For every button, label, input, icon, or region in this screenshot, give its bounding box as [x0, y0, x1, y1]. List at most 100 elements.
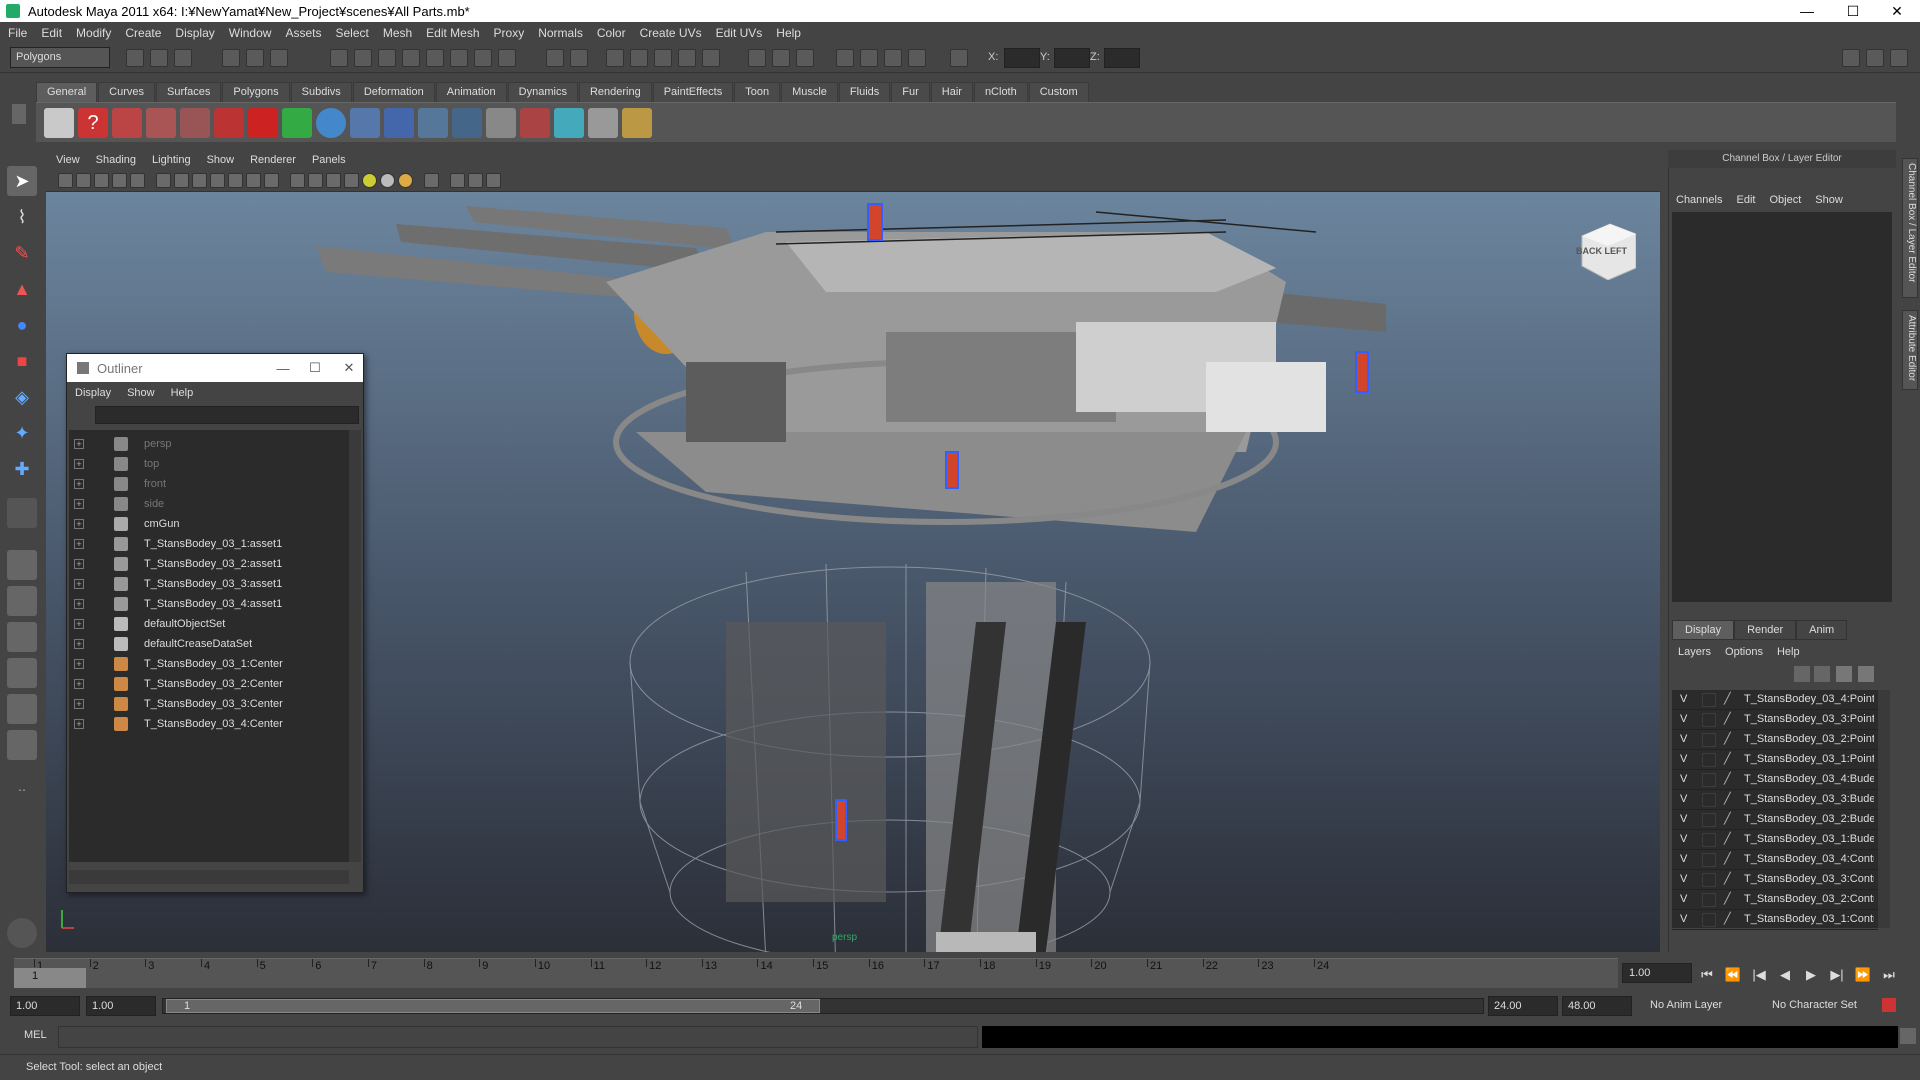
layer-menu-layers[interactable]: Layers	[1678, 646, 1711, 658]
persp-graph-layout-icon[interactable]	[7, 658, 37, 688]
layer-visibility-toggle[interactable]: V	[1680, 813, 1694, 825]
play-forwards-button[interactable]: ▶	[1800, 964, 1822, 986]
outliner-row[interactable]: + front	[69, 474, 349, 494]
layer-visibility-toggle[interactable]: V	[1680, 913, 1694, 925]
paint-select-icon[interactable]: ✎	[7, 238, 37, 268]
playback-start-field[interactable]: 1.00	[86, 996, 156, 1016]
soft-mod-icon[interactable]: ✦	[7, 418, 37, 448]
select-curves-icon[interactable]	[378, 49, 396, 67]
outliner-row[interactable]: + top	[69, 454, 349, 474]
select-misc-icon[interactable]	[498, 49, 516, 67]
expand-icon[interactable]: +	[74, 659, 84, 669]
layer-type-toggle[interactable]	[1702, 813, 1716, 827]
outliner-row[interactable]: + defaultObjectSet	[69, 614, 349, 634]
outliner-row[interactable]: + persp	[69, 434, 349, 454]
outliner-menu-display[interactable]: Display	[75, 387, 111, 399]
layer-visibility-toggle[interactable]: V	[1680, 793, 1694, 805]
layer-visibility-toggle[interactable]: V	[1680, 873, 1694, 885]
joint-icon[interactable]	[350, 108, 380, 138]
move-layer-up-icon[interactable]	[1836, 666, 1852, 682]
step-back-key-button[interactable]: ⏪	[1722, 964, 1744, 986]
graph-icon[interactable]	[486, 108, 516, 138]
layer-type-toggle[interactable]	[1702, 793, 1716, 807]
x-field[interactable]	[1004, 48, 1040, 68]
layer-tab-render[interactable]: Render	[1734, 620, 1797, 640]
shelf-tab-fur[interactable]: Fur	[891, 82, 930, 102]
x-ray-joints-icon[interactable]	[468, 173, 483, 188]
shelf-tab-subdivs[interactable]: Subdivs	[290, 82, 352, 102]
select-surfaces-icon[interactable]	[402, 49, 420, 67]
hypershade-layout-icon[interactable]	[7, 694, 37, 724]
outliner-row[interactable]: + side	[69, 494, 349, 514]
highlight-selection-icon[interactable]	[570, 49, 588, 67]
viewport-menu-renderer[interactable]: Renderer	[250, 154, 296, 166]
select-tool-icon[interactable]: ➤	[7, 166, 37, 196]
outliner-row[interactable]: + T_StansBodey_03_3:asset1	[69, 574, 349, 594]
outliner-row[interactable]: + T_StansBodey_03_3:Center	[69, 694, 349, 714]
grease-pencil-icon[interactable]	[130, 173, 145, 188]
current-frame-field[interactable]: 1.00	[1622, 963, 1692, 983]
x-ray-components-icon[interactable]	[486, 173, 501, 188]
viewport-menu-shading[interactable]: Shading	[96, 154, 136, 166]
show-manip-icon[interactable]: ✚	[7, 454, 37, 484]
layer-row[interactable]: V ╱ T_StansBodey_03_1:Point	[1672, 750, 1878, 770]
menu-proxy[interactable]: Proxy	[494, 26, 525, 40]
make-live-icon[interactable]	[702, 49, 720, 67]
range-slider-handle[interactable]	[166, 999, 820, 1013]
gate-mask-icon[interactable]	[210, 173, 225, 188]
layer-menu-help[interactable]: Help	[1777, 646, 1800, 658]
cog-icon[interactable]	[44, 108, 74, 138]
menu-normals[interactable]: Normals	[538, 26, 583, 40]
snap-point-icon[interactable]	[654, 49, 672, 67]
shelf-tab-dynamics[interactable]: Dynamics	[507, 82, 578, 102]
shelf-tab-hair[interactable]: Hair	[930, 82, 973, 102]
expand-icon[interactable]: +	[74, 499, 84, 509]
channel-box-menu-object[interactable]: Object	[1769, 194, 1801, 206]
layer-type-toggle[interactable]	[1702, 693, 1716, 707]
toggle-channel-box-icon[interactable]	[1890, 49, 1908, 67]
menu-edit[interactable]: Edit	[41, 26, 62, 40]
image-plane-icon[interactable]	[94, 173, 109, 188]
viewport-menu-panels[interactable]: Panels	[312, 154, 346, 166]
auto-key-icon[interactable]	[1882, 998, 1896, 1012]
shelf-tab-curves[interactable]: Curves	[98, 82, 155, 102]
expand-icon[interactable]: +	[74, 619, 84, 629]
2d-pan-icon[interactable]	[112, 173, 127, 188]
layer-row[interactable]: V ╱ T_StansBodey_03_2:Point	[1672, 730, 1878, 750]
layer-row[interactable]: V ╱ T_StansBodey_03_4:Bude	[1672, 770, 1878, 790]
open-scene-icon[interactable]	[150, 49, 168, 67]
help-icon[interactable]: ?	[78, 108, 108, 138]
step-forward-frame-button[interactable]: ▶|	[1826, 964, 1848, 986]
shadows-icon[interactable]	[380, 173, 395, 188]
toggle-tool-settings-icon[interactable]	[1866, 49, 1884, 67]
maximize-button[interactable]: ☐	[1830, 0, 1876, 22]
save-scene-icon[interactable]	[174, 49, 192, 67]
channel-box-menu-show[interactable]: Show	[1815, 194, 1843, 206]
layer-type-toggle[interactable]	[1702, 773, 1716, 787]
history-icon[interactable]	[748, 49, 766, 67]
playback-end-field[interactable]: 24.00	[1488, 996, 1558, 1016]
layer-visibility-toggle[interactable]: V	[1680, 713, 1694, 725]
shelf-tab-surfaces[interactable]: Surfaces	[155, 82, 222, 102]
safe-title-icon[interactable]	[264, 173, 279, 188]
bone-icon[interactable]	[418, 108, 448, 138]
brush-icon[interactable]	[622, 108, 652, 138]
layer-row[interactable]: V ╱ T_StansBodey_03_3:Point	[1672, 710, 1878, 730]
grid-icon[interactable]	[156, 173, 171, 188]
expand-icon[interactable]: +	[74, 639, 84, 649]
wireframe-icon[interactable]	[290, 173, 305, 188]
use-all-lights-icon[interactable]	[362, 173, 377, 188]
menu-create[interactable]: Create	[125, 26, 161, 40]
outliner-row[interactable]: + T_StansBodey_03_1:asset1	[69, 534, 349, 554]
channel-box-area[interactable]	[1672, 212, 1892, 602]
y-field[interactable]	[1054, 48, 1090, 68]
select-deformations-icon[interactable]	[426, 49, 444, 67]
outliner-vertical-scrollbar[interactable]	[349, 430, 361, 862]
bone2-icon[interactable]	[452, 108, 482, 138]
layer-type-toggle[interactable]	[1702, 713, 1716, 727]
move-tool-icon[interactable]: ▲	[7, 274, 37, 304]
more-layouts-icon[interactable]: ‥	[7, 772, 37, 802]
expand-icon[interactable]: +	[74, 599, 84, 609]
menu-window[interactable]: Window	[229, 26, 272, 40]
select-object-icon[interactable]	[246, 49, 264, 67]
